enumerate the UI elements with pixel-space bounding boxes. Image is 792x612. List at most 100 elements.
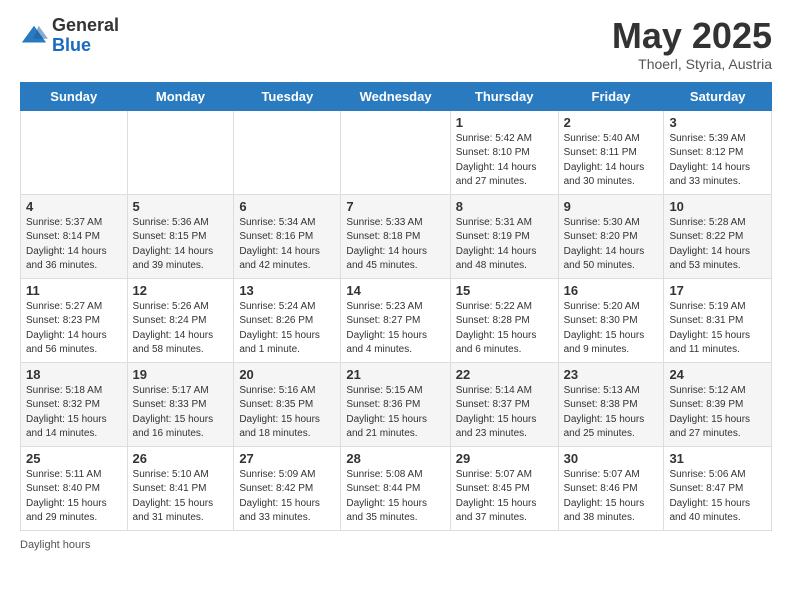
calendar-week-2: 4 Sunrise: 5:37 AM Sunset: 8:14 PM Daylig…	[21, 194, 772, 278]
calendar-cell: 5 Sunrise: 5:36 AM Sunset: 8:15 PM Daylig…	[127, 194, 234, 278]
subtitle: Thoerl, Styria, Austria	[612, 56, 772, 72]
day-number: 6	[239, 199, 335, 214]
day-info: Sunrise: 5:11 AM Sunset: 8:40 PM Dayligh…	[26, 468, 122, 526]
day-info: Sunrise: 5:33 AM Sunset: 8:18 PM Dayligh…	[346, 216, 444, 274]
day-info: Sunrise: 5:20 AM Sunset: 8:30 PM Dayligh…	[564, 300, 659, 358]
day-number: 17	[669, 283, 766, 298]
logo-blue: Blue	[52, 36, 119, 56]
day-number: 10	[669, 199, 766, 214]
day-info: Sunrise: 5:10 AM Sunset: 8:41 PM Dayligh…	[133, 468, 229, 526]
calendar-cell: 8 Sunrise: 5:31 AM Sunset: 8:19 PM Daylig…	[450, 194, 558, 278]
calendar-cell: 3 Sunrise: 5:39 AM Sunset: 8:12 PM Daylig…	[664, 110, 772, 194]
calendar-cell: 7Sunrise: 5:33 AM Sunset: 8:18 PM Daylig…	[341, 194, 450, 278]
day-header-friday: Friday	[558, 82, 664, 110]
day-info: Sunrise: 5:13 AM Sunset: 8:38 PM Dayligh…	[564, 384, 659, 442]
day-info: Sunrise: 5:12 AM Sunset: 8:39 PM Dayligh…	[669, 384, 766, 442]
day-header-wednesday: Wednesday	[341, 82, 450, 110]
day-number: 20	[239, 367, 335, 382]
day-number: 13	[239, 283, 335, 298]
calendar-week-5: 25 Sunrise: 5:11 AM Sunset: 8:40 PM Dayli…	[21, 446, 772, 530]
calendar-cell: 25 Sunrise: 5:11 AM Sunset: 8:40 PM Dayli…	[21, 446, 128, 530]
day-number: 2	[564, 115, 659, 130]
calendar-header-row: SundayMondayTuesdayWednesdayThursdayFrid…	[21, 82, 772, 110]
day-info: Sunrise: 5:30 AM Sunset: 8:20 PM Dayligh…	[564, 216, 659, 274]
logo-text: General Blue	[52, 16, 119, 56]
calendar-cell: 2Sunrise: 5:40 AM Sunset: 8:11 PM Daylig…	[558, 110, 664, 194]
day-header-saturday: Saturday	[664, 82, 772, 110]
day-number: 4	[26, 199, 122, 214]
calendar-cell: 19Sunrise: 5:17 AM Sunset: 8:33 PM Dayli…	[127, 362, 234, 446]
day-number: 11	[26, 283, 122, 298]
day-info: Sunrise: 5:42 AM Sunset: 8:10 PM Dayligh…	[456, 132, 553, 190]
day-number: 22	[456, 367, 553, 382]
calendar-cell: 26 Sunrise: 5:10 AM Sunset: 8:41 PM Dayli…	[127, 446, 234, 530]
day-info: Sunrise: 5:19 AM Sunset: 8:31 PM Dayligh…	[669, 300, 766, 358]
day-info: Sunrise: 5:15 AM Sunset: 8:36 PM Dayligh…	[346, 384, 444, 442]
calendar-cell: 13 Sunrise: 5:24 AM Sunset: 8:26 PM Dayli…	[234, 278, 341, 362]
logo-general: General	[52, 16, 119, 36]
calendar-cell	[234, 110, 341, 194]
day-number: 5	[133, 199, 229, 214]
calendar-cell: 30 Sunrise: 5:07 AM Sunset: 8:46 PM Dayli…	[558, 446, 664, 530]
day-info: Sunrise: 5:27 AM Sunset: 8:23 PM Dayligh…	[26, 300, 122, 358]
calendar-cell: 11 Sunrise: 5:27 AM Sunset: 8:23 PM Dayli…	[21, 278, 128, 362]
day-info: Sunrise: 5:22 AM Sunset: 8:28 PM Dayligh…	[456, 300, 553, 358]
day-info: Sunrise: 5:18 AM Sunset: 8:32 PM Dayligh…	[26, 384, 122, 442]
day-number: 14	[346, 283, 444, 298]
calendar-cell: 12 Sunrise: 5:26 AM Sunset: 8:24 PM Dayli…	[127, 278, 234, 362]
day-number: 1	[456, 115, 553, 130]
day-info: Sunrise: 5:24 AM Sunset: 8:26 PM Dayligh…	[239, 300, 335, 358]
day-number: 9	[564, 199, 659, 214]
day-info: Sunrise: 5:37 AM Sunset: 8:14 PM Dayligh…	[26, 216, 122, 274]
page: General Blue May 2025 Thoerl, Styria, Au…	[0, 0, 792, 571]
day-number: 30	[564, 451, 659, 466]
calendar-cell: 29Sunrise: 5:07 AM Sunset: 8:45 PM Dayli…	[450, 446, 558, 530]
calendar-table: SundayMondayTuesdayWednesdayThursdayFrid…	[20, 82, 772, 531]
day-info: Sunrise: 5:31 AM Sunset: 8:19 PM Dayligh…	[456, 216, 553, 274]
day-header-monday: Monday	[127, 82, 234, 110]
calendar-cell: 16 Sunrise: 5:20 AM Sunset: 8:30 PM Dayli…	[558, 278, 664, 362]
calendar-cell: 9 Sunrise: 5:30 AM Sunset: 8:20 PM Daylig…	[558, 194, 664, 278]
calendar-cell: 27 Sunrise: 5:09 AM Sunset: 8:42 PM Dayli…	[234, 446, 341, 530]
day-info: Sunrise: 5:36 AM Sunset: 8:15 PM Dayligh…	[133, 216, 229, 274]
day-info: Sunrise: 5:34 AM Sunset: 8:16 PM Dayligh…	[239, 216, 335, 274]
calendar-cell: 18Sunrise: 5:18 AM Sunset: 8:32 PM Dayli…	[21, 362, 128, 446]
day-number: 16	[564, 283, 659, 298]
day-number: 25	[26, 451, 122, 466]
day-info: Sunrise: 5:14 AM Sunset: 8:37 PM Dayligh…	[456, 384, 553, 442]
day-number: 15	[456, 283, 553, 298]
day-number: 28	[346, 451, 444, 466]
calendar-cell: 15 Sunrise: 5:22 AM Sunset: 8:28 PM Dayli…	[450, 278, 558, 362]
day-header-sunday: Sunday	[21, 82, 128, 110]
logo-icon	[20, 22, 48, 50]
day-number: 21	[346, 367, 444, 382]
calendar-cell: 20 Sunrise: 5:16 AM Sunset: 8:35 PM Dayli…	[234, 362, 341, 446]
day-number: 8	[456, 199, 553, 214]
day-header-tuesday: Tuesday	[234, 82, 341, 110]
calendar-cell: 24Sunrise: 5:12 AM Sunset: 8:39 PM Dayli…	[664, 362, 772, 446]
calendar-cell: 28 Sunrise: 5:08 AM Sunset: 8:44 PM Dayli…	[341, 446, 450, 530]
day-number: 27	[239, 451, 335, 466]
day-header-thursday: Thursday	[450, 82, 558, 110]
day-info: Sunrise: 5:08 AM Sunset: 8:44 PM Dayligh…	[346, 468, 444, 526]
calendar-cell	[127, 110, 234, 194]
calendar-cell: 31Sunrise: 5:06 AM Sunset: 8:47 PM Dayli…	[664, 446, 772, 530]
footer: Daylight hours	[20, 539, 772, 551]
day-info: Sunrise: 5:07 AM Sunset: 8:46 PM Dayligh…	[564, 468, 659, 526]
day-info: Sunrise: 5:09 AM Sunset: 8:42 PM Dayligh…	[239, 468, 335, 526]
day-info: Sunrise: 5:16 AM Sunset: 8:35 PM Dayligh…	[239, 384, 335, 442]
calendar-week-4: 18Sunrise: 5:18 AM Sunset: 8:32 PM Dayli…	[21, 362, 772, 446]
day-number: 12	[133, 283, 229, 298]
day-info: Sunrise: 5:26 AM Sunset: 8:24 PM Dayligh…	[133, 300, 229, 358]
day-info: Sunrise: 5:28 AM Sunset: 8:22 PM Dayligh…	[669, 216, 766, 274]
header: General Blue May 2025 Thoerl, Styria, Au…	[20, 16, 772, 72]
title-block: May 2025 Thoerl, Styria, Austria	[612, 16, 772, 72]
day-info: Sunrise: 5:06 AM Sunset: 8:47 PM Dayligh…	[669, 468, 766, 526]
day-number: 3	[669, 115, 766, 130]
calendar-cell	[341, 110, 450, 194]
calendar-cell: 23Sunrise: 5:13 AM Sunset: 8:38 PM Dayli…	[558, 362, 664, 446]
day-number: 26	[133, 451, 229, 466]
day-info: Sunrise: 5:39 AM Sunset: 8:12 PM Dayligh…	[669, 132, 766, 190]
day-info: Sunrise: 5:23 AM Sunset: 8:27 PM Dayligh…	[346, 300, 444, 358]
calendar-cell: 10 Sunrise: 5:28 AM Sunset: 8:22 PM Dayli…	[664, 194, 772, 278]
